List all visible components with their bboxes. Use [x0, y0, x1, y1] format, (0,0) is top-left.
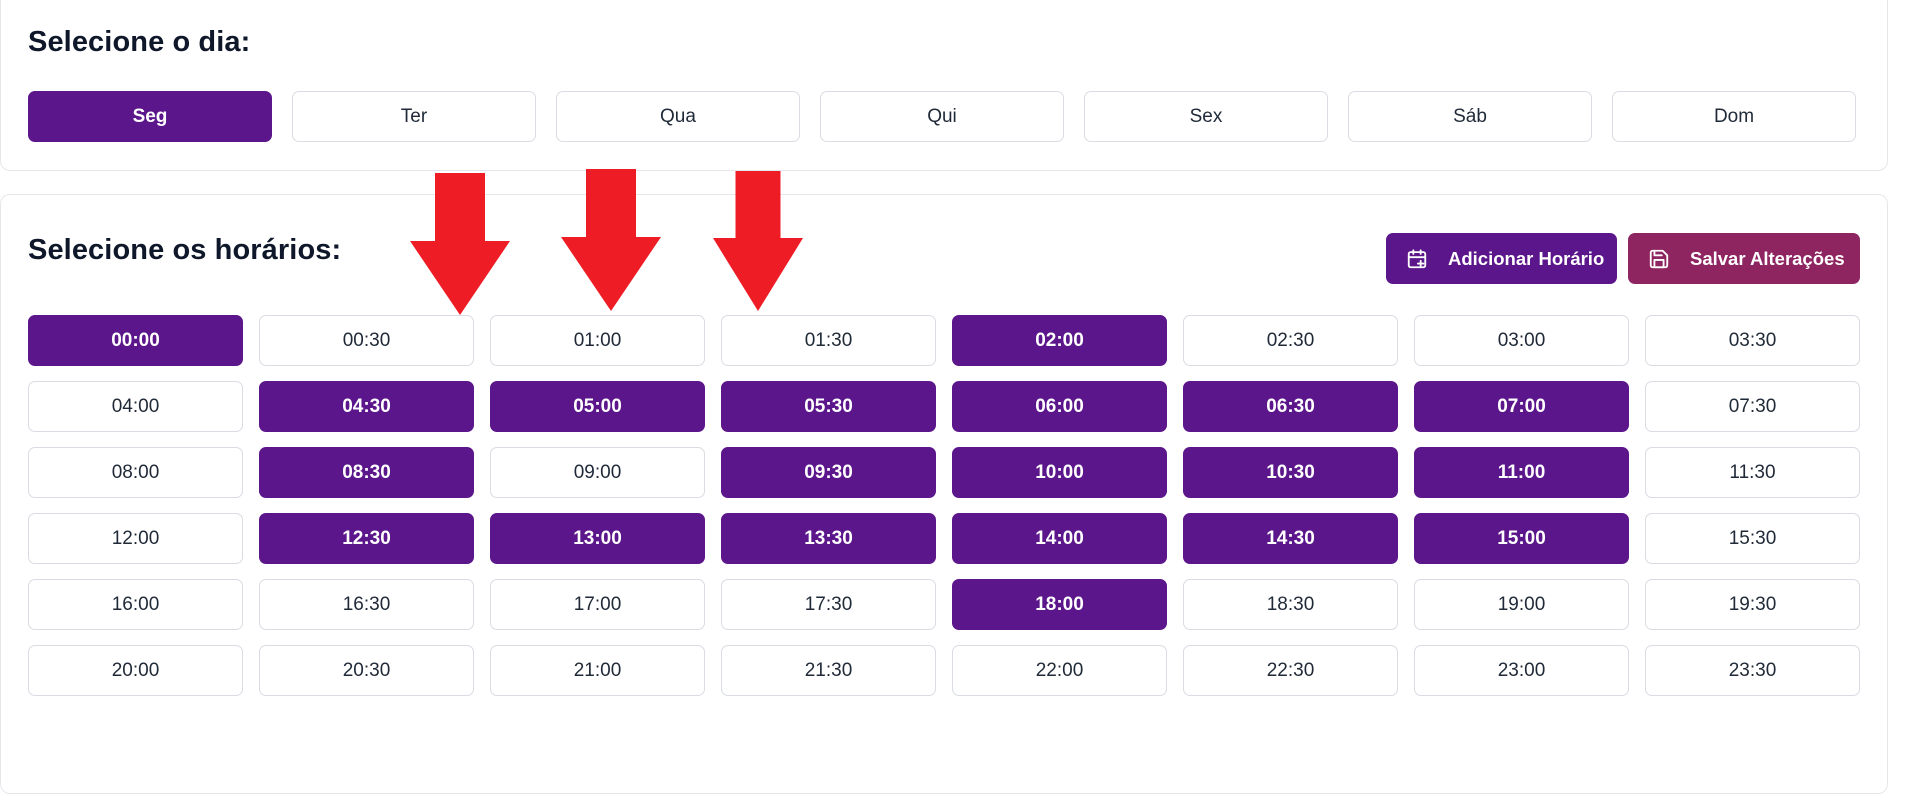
time-slot-02-30[interactable]: 02:30	[1183, 315, 1398, 366]
day-button-ter[interactable]: Ter	[292, 91, 536, 142]
time-slot-05-30[interactable]: 05:30	[721, 381, 936, 432]
time-slot-19-30[interactable]: 19:30	[1645, 579, 1860, 630]
time-slot-22-00[interactable]: 22:00	[952, 645, 1167, 696]
time-slot-11-30[interactable]: 11:30	[1645, 447, 1860, 498]
time-slot-23-30[interactable]: 23:30	[1645, 645, 1860, 696]
save-changes-button[interactable]: Salvar Alterações	[1628, 233, 1860, 284]
day-section-title: Selecione o dia:	[28, 26, 251, 58]
time-slot-21-30[interactable]: 21:30	[721, 645, 936, 696]
time-slot-01-00[interactable]: 01:00	[490, 315, 705, 366]
day-selector: Seg Ter Qua Qui Sex Sáb Dom	[28, 91, 1856, 142]
time-slot-16-30[interactable]: 16:30	[259, 579, 474, 630]
time-slot-04-00[interactable]: 04:00	[28, 381, 243, 432]
hours-section-title: Selecione os horários:	[28, 234, 342, 266]
time-slot-03-30[interactable]: 03:30	[1645, 315, 1860, 366]
time-slot-09-30[interactable]: 09:30	[721, 447, 936, 498]
time-slot-18-00[interactable]: 18:00	[952, 579, 1167, 630]
time-slot-19-00[interactable]: 19:00	[1414, 579, 1629, 630]
time-slot-04-30[interactable]: 04:30	[259, 381, 474, 432]
time-slot-17-00[interactable]: 17:00	[490, 579, 705, 630]
time-slot-07-30[interactable]: 07:30	[1645, 381, 1860, 432]
day-button-qui[interactable]: Qui	[820, 91, 1064, 142]
day-button-sex[interactable]: Sex	[1084, 91, 1328, 142]
time-slot-10-30[interactable]: 10:30	[1183, 447, 1398, 498]
time-slot-13-00[interactable]: 13:00	[490, 513, 705, 564]
save-changes-label: Salvar Alterações	[1690, 247, 1845, 269]
time-slot-20-30[interactable]: 20:30	[259, 645, 474, 696]
time-slot-16-00[interactable]: 16:00	[28, 579, 243, 630]
day-button-dom[interactable]: Dom	[1612, 91, 1856, 142]
save-icon	[1648, 248, 1670, 270]
time-slot-14-30[interactable]: 14:30	[1183, 513, 1398, 564]
day-button-qua[interactable]: Qua	[556, 91, 800, 142]
red-down-arrow-icon	[713, 171, 803, 311]
time-slot-08-30[interactable]: 08:30	[259, 447, 474, 498]
time-slot-14-00[interactable]: 14:00	[952, 513, 1167, 564]
time-slot-21-00[interactable]: 21:00	[490, 645, 705, 696]
day-selection-card	[0, 0, 1888, 171]
time-slot-02-00[interactable]: 02:00	[952, 315, 1167, 366]
day-button-sab[interactable]: Sáb	[1348, 91, 1592, 142]
add-time-label: Adicionar Horário	[1448, 247, 1605, 269]
day-button-seg[interactable]: Seg	[28, 91, 272, 142]
add-time-button[interactable]: Adicionar Horário	[1386, 233, 1617, 284]
time-slot-03-00[interactable]: 03:00	[1414, 315, 1629, 366]
time-slot-05-00[interactable]: 05:00	[490, 381, 705, 432]
time-slot-15-30[interactable]: 15:30	[1645, 513, 1860, 564]
time-slot-grid: 00:00 00:30 01:00 01:30 02:00 02:30 03:00 03:30…	[28, 315, 1860, 696]
time-slot-06-30[interactable]: 06:30	[1183, 381, 1398, 432]
red-down-arrow-icon	[410, 173, 510, 315]
time-slot-17-30[interactable]: 17:30	[721, 579, 936, 630]
time-slot-15-00[interactable]: 15:00	[1414, 513, 1629, 564]
time-slot-08-00[interactable]: 08:00	[28, 447, 243, 498]
time-slot-00-00[interactable]: 00:00	[28, 315, 243, 366]
time-slot-09-00[interactable]: 09:00	[490, 447, 705, 498]
time-slot-10-00[interactable]: 10:00	[952, 447, 1167, 498]
time-slot-07-00[interactable]: 07:00	[1414, 381, 1629, 432]
time-slot-18-30[interactable]: 18:30	[1183, 579, 1398, 630]
time-slot-01-30[interactable]: 01:30	[721, 315, 936, 366]
time-slot-23-00[interactable]: 23:00	[1414, 645, 1629, 696]
time-slot-11-00[interactable]: 11:00	[1414, 447, 1629, 498]
time-slot-12-30[interactable]: 12:30	[259, 513, 474, 564]
time-slot-06-00[interactable]: 06:00	[952, 381, 1167, 432]
calendar-plus-icon	[1406, 248, 1428, 270]
time-slot-13-30[interactable]: 13:30	[721, 513, 936, 564]
time-slot-12-00[interactable]: 12:00	[28, 513, 243, 564]
time-slot-00-30[interactable]: 00:30	[259, 315, 474, 366]
time-slot-22-30[interactable]: 22:30	[1183, 645, 1398, 696]
time-slot-20-00[interactable]: 20:00	[28, 645, 243, 696]
red-down-arrow-icon	[561, 169, 661, 311]
